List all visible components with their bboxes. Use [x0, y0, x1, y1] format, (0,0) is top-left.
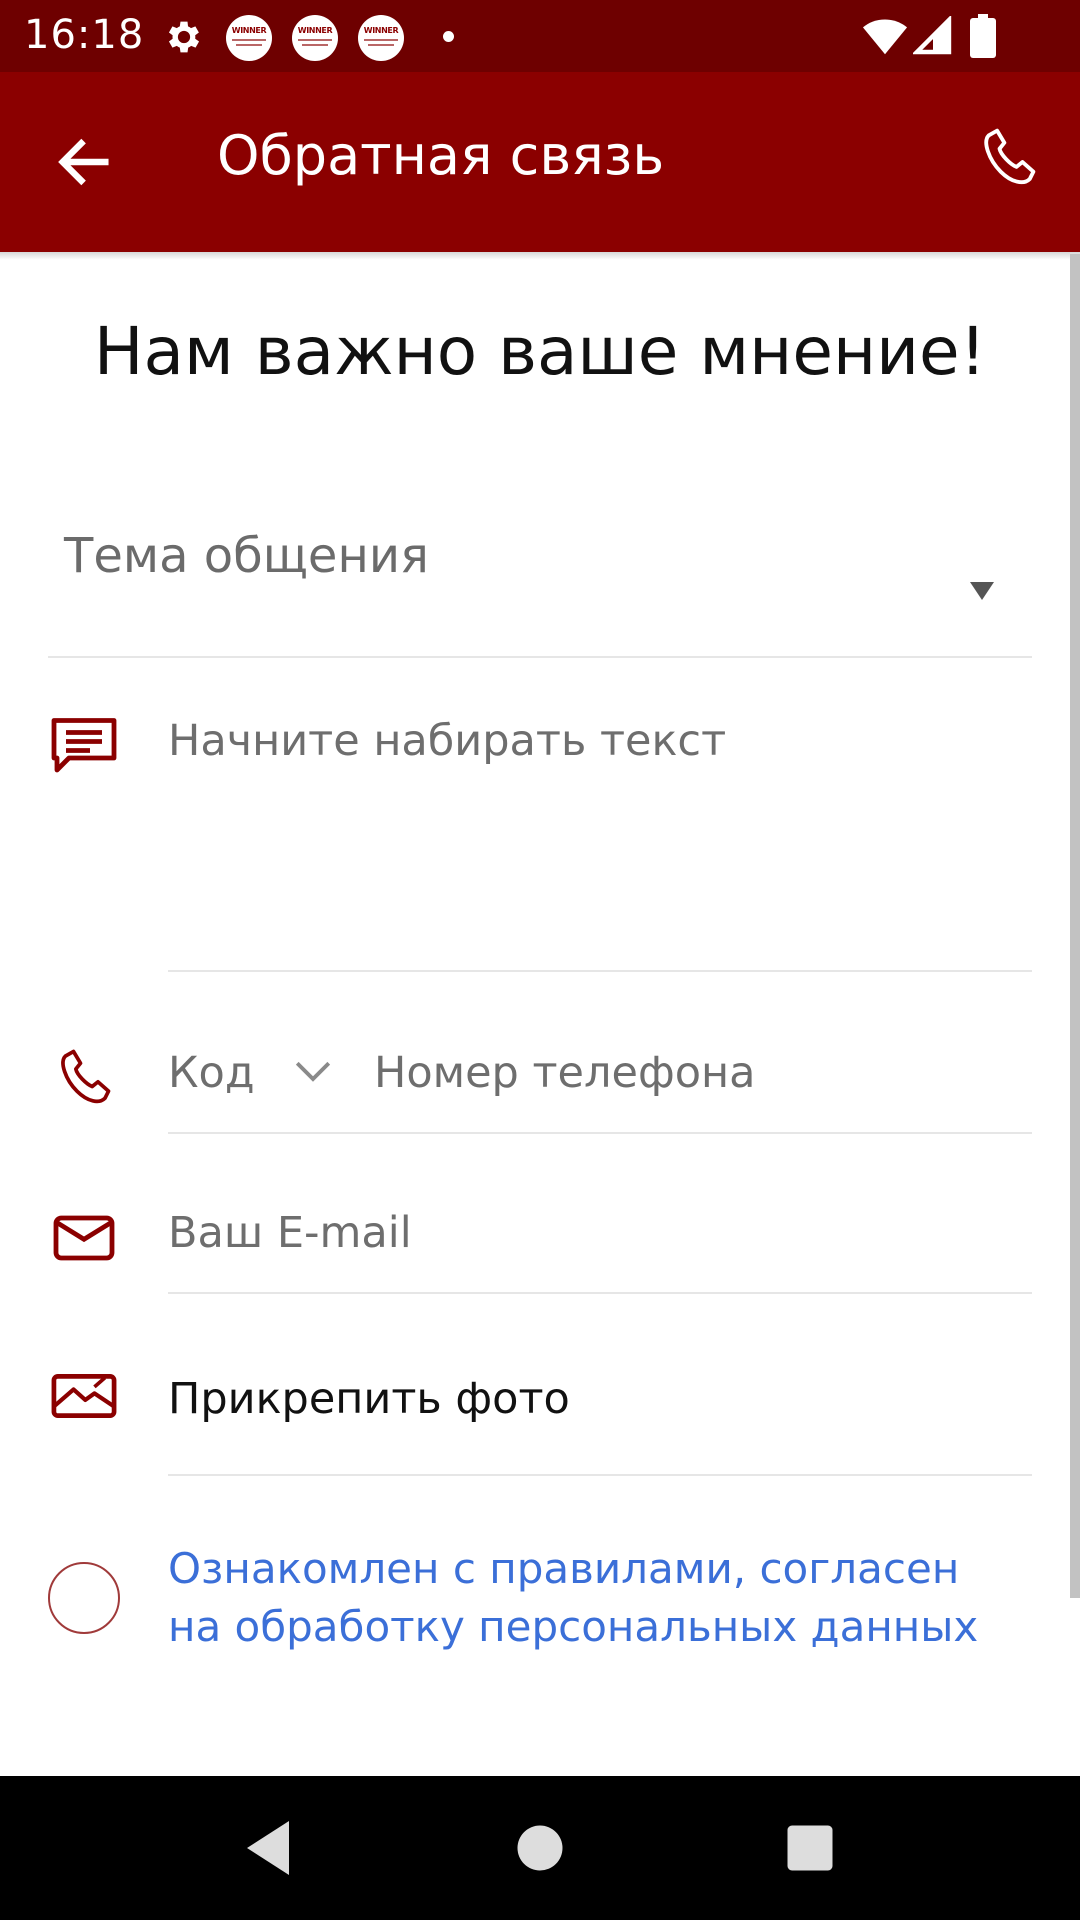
nav-back-icon[interactable]	[232, 1812, 304, 1884]
screen-title: Обратная связь	[217, 124, 665, 187]
phone-number-input[interactable]: Номер телефона	[374, 1048, 755, 1098]
message-icon	[51, 718, 117, 773]
image-icon	[51, 1374, 117, 1418]
consent-link[interactable]: Ознакомлен с правилами, согласен на обра…	[168, 1540, 1048, 1656]
gear-icon	[168, 21, 200, 53]
phone-icon[interactable]	[979, 124, 1037, 188]
message-placeholder: Начните набирать текст	[168, 716, 727, 766]
topic-dropdown-label: Тема общения	[64, 528, 429, 584]
signal-icon	[913, 16, 952, 55]
nav-home-icon[interactable]	[504, 1812, 576, 1884]
scrollbar[interactable]	[1070, 254, 1080, 1598]
notification-app-icon: WINNER	[226, 15, 272, 61]
nav-recents-icon[interactable]	[774, 1812, 846, 1884]
phone-field: Код Номер телефона	[168, 1020, 1032, 1134]
consent-line-1: Ознакомлен с правилами, согласен	[168, 1544, 960, 1593]
page-heading: Нам важно ваше мнение!	[93, 313, 987, 390]
consent-line-2: на обработку персональных данных	[168, 1602, 979, 1651]
app-bar: Обратная связь	[0, 72, 1080, 252]
dropdown-arrow-icon	[970, 582, 994, 600]
consent-radio[interactable]	[48, 1562, 120, 1634]
chevron-down-icon[interactable]	[292, 1058, 334, 1086]
topic-dropdown[interactable]: Тема общения	[48, 508, 1032, 658]
notification-app-label: WINNER	[297, 26, 333, 35]
system-navigation-bar	[0, 1776, 1080, 1920]
mail-icon	[53, 1215, 115, 1261]
status-time: 16:18	[24, 12, 145, 58]
more-notifications-dot-icon	[443, 31, 454, 42]
notification-app-label: WINNER	[231, 26, 267, 35]
message-input[interactable]: Начните набирать текст	[168, 700, 1032, 972]
notification-app-icon: WINNER	[292, 15, 338, 61]
phone-code-select[interactable]: Код	[168, 1048, 255, 1098]
back-arrow-icon[interactable]	[52, 130, 116, 194]
attach-photo-button[interactable]: Прикрепить фото	[168, 1340, 1032, 1476]
attach-photo-label: Прикрепить фото	[168, 1374, 570, 1424]
battery-icon	[970, 14, 996, 58]
phone-icon	[61, 1049, 111, 1104]
notification-app-label: WINNER	[363, 26, 399, 35]
wifi-icon	[862, 19, 908, 55]
notification-app-icon: WINNER	[358, 15, 404, 61]
email-input[interactable]: Ваш E-mail	[168, 1180, 1032, 1294]
status-bar: 16:18 WINNER WINNER WINNER	[0, 0, 1080, 72]
email-placeholder: Ваш E-mail	[168, 1208, 412, 1258]
